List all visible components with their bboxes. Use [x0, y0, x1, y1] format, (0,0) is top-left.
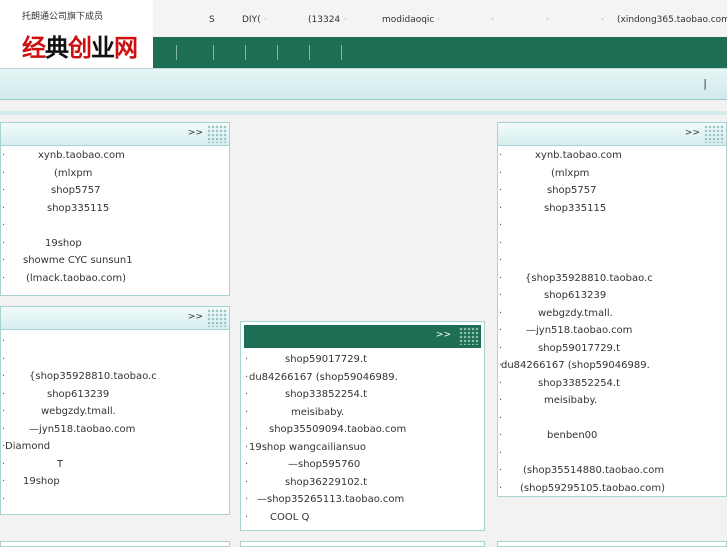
- list-item[interactable]: ·: [498, 445, 726, 463]
- list-item[interactable]: · shop59017729.t: [498, 340, 726, 358]
- logo-char: 典: [45, 33, 69, 62]
- list-item[interactable]: · COOL Q: [241, 509, 484, 527]
- list-item[interactable]: · Diamond: [1, 438, 229, 456]
- list-item[interactable]: · (shop35514880.taobao.com: [498, 462, 726, 480]
- list-item[interactable]: ·: [1, 351, 229, 369]
- list-item[interactable]: ·: [498, 410, 726, 428]
- nav-separator: [277, 45, 278, 60]
- separator-dot: ·: [264, 15, 267, 25]
- panel-header: >>: [1, 123, 229, 146]
- more-link[interactable]: >>: [188, 312, 203, 322]
- panel-header: >>: [244, 325, 481, 348]
- top-link[interactable]: (13324: [308, 15, 340, 25]
- list-item[interactable]: · 19shop: [1, 235, 229, 253]
- list-item[interactable]: · shop36229102.t: [241, 474, 484, 492]
- list-item[interactable]: · xynb.taobao.com: [498, 147, 726, 165]
- top-link[interactable]: modidaoqic: [382, 15, 434, 25]
- logo-char: 业: [91, 33, 115, 62]
- list-item[interactable]: · shop59017729.t: [241, 351, 484, 369]
- list-item[interactable]: · shop335115: [1, 200, 229, 218]
- list-item[interactable]: · {shop35928810.taobao.c: [1, 368, 229, 386]
- list-item[interactable]: · —shop35265113.taobao.com: [241, 491, 484, 509]
- list-item[interactable]: · —jyn518.taobao.com: [1, 421, 229, 439]
- separator-dot: ·: [437, 15, 440, 25]
- list-item[interactable]: · shop613239: [1, 386, 229, 404]
- list-item[interactable]: · —jyn518.taobao.com: [498, 322, 726, 340]
- panel-middle: >> · shop59017729.t · du84266167 (shop5904…: [240, 321, 485, 531]
- list-item[interactable]: · shop613239: [498, 287, 726, 305]
- panel-header: >>: [1, 307, 229, 330]
- list-item[interactable]: · benben00: [498, 427, 726, 445]
- header-divider: [0, 111, 727, 115]
- list-item[interactable]: · (mlxpm: [498, 165, 726, 183]
- top-link[interactable]: (xindong365.taobao.com: [617, 15, 727, 25]
- nav-separator: [309, 45, 310, 60]
- logo-char: 网: [114, 33, 138, 62]
- list-item[interactable]: · du84266167 (shop59046989.: [241, 369, 484, 387]
- sub-nav-bar: |: [0, 68, 727, 100]
- list-item[interactable]: · {shop35928810.taobao.c: [498, 270, 726, 288]
- top-link[interactable]: S: [209, 15, 215, 25]
- more-link[interactable]: >>: [685, 128, 700, 138]
- panel-header: >>: [498, 123, 726, 146]
- panel-stub: [0, 541, 230, 547]
- list-item[interactable]: · (mlxpm: [1, 165, 229, 183]
- list-item[interactable]: · 19shop: [1, 473, 229, 491]
- logo-char: 创: [68, 33, 92, 62]
- list-item[interactable]: · shop33852254.t: [498, 375, 726, 393]
- list-item[interactable]: ·: [1, 217, 229, 235]
- separator-dot: ·: [546, 15, 549, 25]
- list-item[interactable]: · (shop59295105.taobao.com): [498, 480, 726, 498]
- list-item[interactable]: · du84266167 (shop59046989.: [498, 357, 726, 375]
- list-item[interactable]: · meisibaby.: [241, 404, 484, 422]
- site-logo: 经典创业网: [22, 28, 138, 63]
- list-item[interactable]: · meisibaby.: [498, 392, 726, 410]
- dots-pattern-icon: [207, 309, 227, 327]
- panel-left-top: >> · xynb.taobao.com · (mlxpm · shop5757 · s…: [0, 122, 230, 296]
- nav-separator: [341, 45, 342, 60]
- panel-right: >> · xynb.taobao.com · (mlxpm · shop5757 · s…: [497, 122, 727, 497]
- separator-dot: ·: [491, 15, 494, 25]
- list-item[interactable]: · shop33852254.t: [241, 386, 484, 404]
- list-item[interactable]: ·: [498, 217, 726, 235]
- list-item[interactable]: · xynb.taobao.com: [1, 147, 229, 165]
- more-link[interactable]: >>: [188, 128, 203, 138]
- list-item[interactable]: · shop5757: [498, 182, 726, 200]
- panel-stub: [240, 541, 485, 547]
- dots-pattern-icon: [704, 125, 724, 143]
- list-item[interactable]: · shop35509094.taobao.com: [241, 421, 484, 439]
- list-item[interactable]: · showme CYC sunsun1: [1, 252, 229, 270]
- list-item[interactable]: · webgzdy.tmall.: [498, 305, 726, 323]
- main-nav-bar: [153, 37, 727, 68]
- separator-dot: ·: [601, 15, 604, 25]
- list-item[interactable]: ·: [498, 252, 726, 270]
- list-item[interactable]: · 19shop wangcailiansuo: [241, 439, 484, 457]
- dots-pattern-icon: [459, 327, 479, 345]
- list-item[interactable]: · shop5757: [1, 182, 229, 200]
- panel-left-bottom: >> · · · {shop35928810.taobao.c · shop6132…: [0, 306, 230, 515]
- logo-area[interactable]: 托朗通公司旗下成员 经典创业网: [0, 0, 153, 68]
- logo-subtitle: 托朗通公司旗下成员: [22, 12, 104, 22]
- logo-char: 经: [22, 33, 46, 62]
- list-item[interactable]: · shop335115: [498, 200, 726, 218]
- panel-stub: [497, 541, 727, 547]
- list-item[interactable]: · T: [1, 456, 229, 474]
- separator-dot: ·: [344, 15, 347, 25]
- dots-pattern-icon: [207, 125, 227, 143]
- list-item[interactable]: ·: [498, 235, 726, 253]
- list-item[interactable]: · webgzdy.tmall.: [1, 403, 229, 421]
- nav-separator: [245, 45, 246, 60]
- list-item[interactable]: ·: [1, 491, 229, 509]
- sub-nav-separator: |: [703, 77, 707, 90]
- top-link[interactable]: DIY(: [242, 15, 261, 25]
- nav-separator: [213, 45, 214, 60]
- nav-separator: [176, 45, 177, 60]
- more-link[interactable]: >>: [436, 330, 451, 340]
- top-info-bar: S DIY( · (13324 · modidaoqic · · · · (xi…: [153, 0, 727, 37]
- list-item[interactable]: ·: [1, 333, 229, 351]
- list-item[interactable]: · (lmack.taobao.com): [1, 270, 229, 288]
- list-item[interactable]: · —shop595760: [241, 456, 484, 474]
